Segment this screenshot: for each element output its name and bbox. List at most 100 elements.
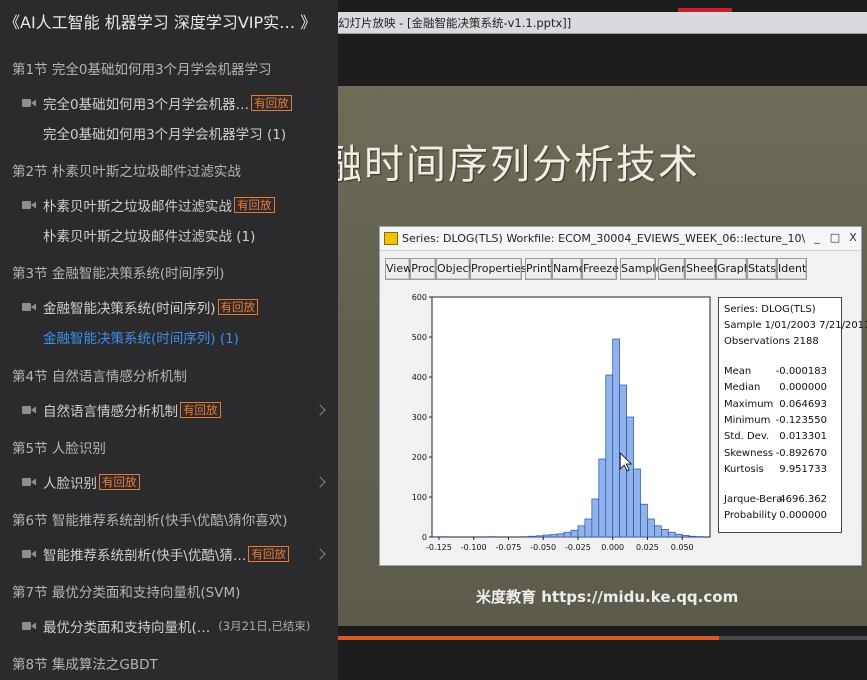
eviews-sheet-button[interactable]: Sheet bbox=[685, 258, 718, 280]
eviews-object-button[interactable]: Object bbox=[436, 258, 473, 280]
eviews-view-button[interactable]: View bbox=[385, 258, 412, 280]
stat-value: -0.892670 bbox=[775, 447, 827, 459]
x-tick-label: 0.050 bbox=[671, 543, 694, 552]
replay-badge: 有回放 bbox=[251, 95, 292, 111]
course-sidebar: 《AI人工智能 机器学习 深度学习VIP实… 》 第1节 完全0基础如何用3个月… bbox=[0, 0, 338, 680]
slideshow-titlebar: 幻灯片放映 - [金融智能决策系统-v1.1.pptx]] bbox=[338, 12, 867, 34]
slide-title: 融时间序列分析技术 bbox=[338, 142, 700, 188]
lesson-title: 金融智能决策系统(时间序列) bbox=[43, 301, 216, 317]
chapter-heading[interactable]: 第8节 集成算法之GBDT bbox=[12, 655, 158, 675]
replay-badge: 有回放 bbox=[248, 546, 289, 562]
stats-header-line: Observations 2188 bbox=[724, 336, 819, 347]
histogram-bar bbox=[563, 531, 572, 538]
stat-label: Maximum bbox=[724, 398, 774, 410]
replay-badge: 有回放 bbox=[180, 402, 221, 418]
minimize-icon[interactable]: _ bbox=[810, 231, 824, 245]
histogram-bar bbox=[577, 525, 586, 538]
maximize-icon[interactable]: □ bbox=[828, 231, 842, 245]
stat-value: 9.951733 bbox=[779, 463, 827, 475]
chapter-heading[interactable]: 第7节 最优分类面和支持向量机(SVM) bbox=[12, 583, 240, 603]
eviews-freeze-button[interactable]: Freeze bbox=[582, 258, 619, 280]
x-tick-label: -0.050 bbox=[530, 543, 556, 552]
lesson-item[interactable]: 人脸识别 有回放 bbox=[22, 471, 332, 493]
histogram-bar bbox=[688, 535, 697, 538]
lesson-file-item[interactable]: 金融智能决策系统(时间序列) (1) bbox=[43, 329, 239, 349]
y-tick-label: 200 bbox=[412, 453, 427, 462]
eviews-name-button[interactable]: Name bbox=[552, 258, 585, 280]
plot-area bbox=[431, 296, 711, 538]
lesson-title: 智能推荐系统剖析(快手\优酷\猜… bbox=[43, 548, 247, 564]
y-tick-label: 400 bbox=[412, 373, 427, 382]
eviews-ident-button[interactable]: Ident bbox=[777, 258, 807, 280]
eviews-print-button[interactable]: Print bbox=[525, 258, 552, 280]
lesson-item[interactable]: 自然语言情感分析机制 有回放 bbox=[22, 399, 332, 421]
histogram-bar bbox=[633, 468, 641, 538]
stat-label: Kurtosis bbox=[724, 463, 764, 475]
course-title[interactable]: 《AI人工智能 机器学习 深度学习VIP实… 》 bbox=[4, 10, 336, 36]
x-tick-label: -0.100 bbox=[461, 543, 487, 552]
descriptive-stats-box: Series: DLOG(TLS) Sample 1/01/2003 7/21/2… bbox=[718, 297, 867, 533]
x-tick-label: -0.025 bbox=[565, 543, 591, 552]
video-player[interactable]: 幻灯片放映 - [金融智能决策系统-v1.1.pptx]] 融时间序列分析技术 … bbox=[338, 0, 867, 680]
y-tick-label: 0 bbox=[422, 533, 427, 542]
histogram-bar bbox=[612, 338, 620, 538]
video-camera-icon bbox=[22, 550, 36, 558]
lesson-title: 朴素贝叶斯之垃圾邮件过滤实战 bbox=[43, 199, 232, 215]
lesson-item[interactable]: 金融智能决策系统(时间序列) 有回放 bbox=[22, 296, 332, 318]
close-icon[interactable]: X bbox=[846, 231, 860, 245]
playback-progress-fill bbox=[338, 636, 719, 640]
histogram-bar bbox=[681, 535, 690, 538]
chapter-heading[interactable]: 第1节 完全0基础如何用3个月学会机器学习 bbox=[12, 60, 272, 80]
histogram-bar bbox=[570, 529, 579, 538]
lesson-item[interactable]: 完全0基础如何用3个月学会机器… 有回放 bbox=[22, 92, 332, 114]
histogram-bar bbox=[535, 535, 544, 538]
histogram-bar bbox=[542, 534, 551, 538]
slide: 融时间序列分析技术 Series: DLOG(TLS) Workfile: EC… bbox=[338, 86, 867, 626]
lesson-file-item[interactable]: 朴素贝叶斯之垃圾邮件过滤实战 (1) bbox=[43, 227, 255, 247]
eviews-genr-button[interactable]: Genr bbox=[658, 258, 686, 280]
playback-progress-bar[interactable] bbox=[338, 636, 867, 640]
histogram-bar bbox=[549, 534, 558, 538]
lesson-item[interactable]: 最优分类面和支持向量机(… (3月21日,已结束) bbox=[22, 615, 332, 637]
stat-value: -0.123550 bbox=[775, 414, 827, 426]
chapter-heading[interactable]: 第2节 朴素贝叶斯之垃圾邮件过滤实战 bbox=[12, 162, 241, 182]
eviews-properties-button[interactable]: Properties bbox=[470, 258, 527, 280]
stat-label: Std. Dev. bbox=[724, 431, 770, 443]
lesson-file-item[interactable]: 完全0基础如何用3个月学会机器学习 (1) bbox=[43, 125, 286, 145]
chapter-heading[interactable]: 第6节 智能推荐系统剖析(快手\优酷\猜你喜欢) bbox=[12, 511, 288, 531]
eviews-toolbar: View Proc Object Properties Print Name Freeze S… bbox=[380, 258, 861, 282]
stats-header-line: Series: DLOG(TLS) bbox=[724, 304, 816, 315]
eviews-stats-button[interactable]: Stats bbox=[747, 258, 777, 280]
eviews-proc-button[interactable]: Proc bbox=[410, 258, 436, 280]
histogram-bar bbox=[626, 416, 634, 538]
y-tick-label: 600 bbox=[412, 293, 427, 302]
lesson-title: 自然语言情感分析机制 bbox=[43, 404, 178, 420]
stat-label: Jarque-Bera bbox=[724, 494, 783, 505]
video-camera-icon bbox=[22, 622, 36, 630]
video-camera-icon bbox=[22, 406, 36, 414]
stat-value: -0.000183 bbox=[775, 366, 827, 377]
chapter-heading[interactable]: 第3节 金融智能决策系统(时间序列) bbox=[12, 264, 224, 284]
slideshow-window-title: 幻灯片放映 - [金融智能决策系统-v1.1.pptx]] bbox=[338, 16, 572, 30]
chapter-heading[interactable]: 第4节 自然语言情感分析机制 bbox=[12, 367, 187, 387]
stat-label: Mean bbox=[724, 366, 752, 377]
video-camera-icon bbox=[22, 201, 36, 209]
lesson-item[interactable]: 朴素贝叶斯之垃圾邮件过滤实战 有回放 bbox=[22, 194, 332, 216]
histogram-bar bbox=[556, 533, 565, 538]
eviews-logo-icon bbox=[384, 232, 398, 245]
histogram-bar bbox=[598, 458, 607, 538]
x-tick-label: -0.125 bbox=[426, 543, 452, 552]
eviews-graph-button[interactable]: Graph bbox=[716, 258, 751, 280]
stat-value: 0.064693 bbox=[779, 398, 827, 410]
slide-footer: 米度教育 https://midu.ke.qq.com bbox=[476, 588, 739, 606]
x-tick-label: -0.075 bbox=[496, 543, 522, 552]
stats-header-line: Sample 1/01/2003 7/21/2011 bbox=[724, 320, 867, 331]
histogram-bar bbox=[591, 498, 600, 538]
chapter-heading[interactable]: 第5节 人脸识别 bbox=[12, 439, 106, 459]
x-tick-label: 0.025 bbox=[636, 543, 659, 552]
lesson-item[interactable]: 智能推荐系统剖析(快手\优酷\猜… 有回放 bbox=[22, 543, 332, 565]
eviews-title: Series: DLOG(TLS) Workfile: ECOM_30004_E… bbox=[402, 232, 806, 245]
stat-value: 0.000000 bbox=[779, 382, 827, 394]
stat-label: Median bbox=[724, 382, 761, 394]
eviews-sample-button[interactable]: Sample bbox=[620, 258, 662, 280]
